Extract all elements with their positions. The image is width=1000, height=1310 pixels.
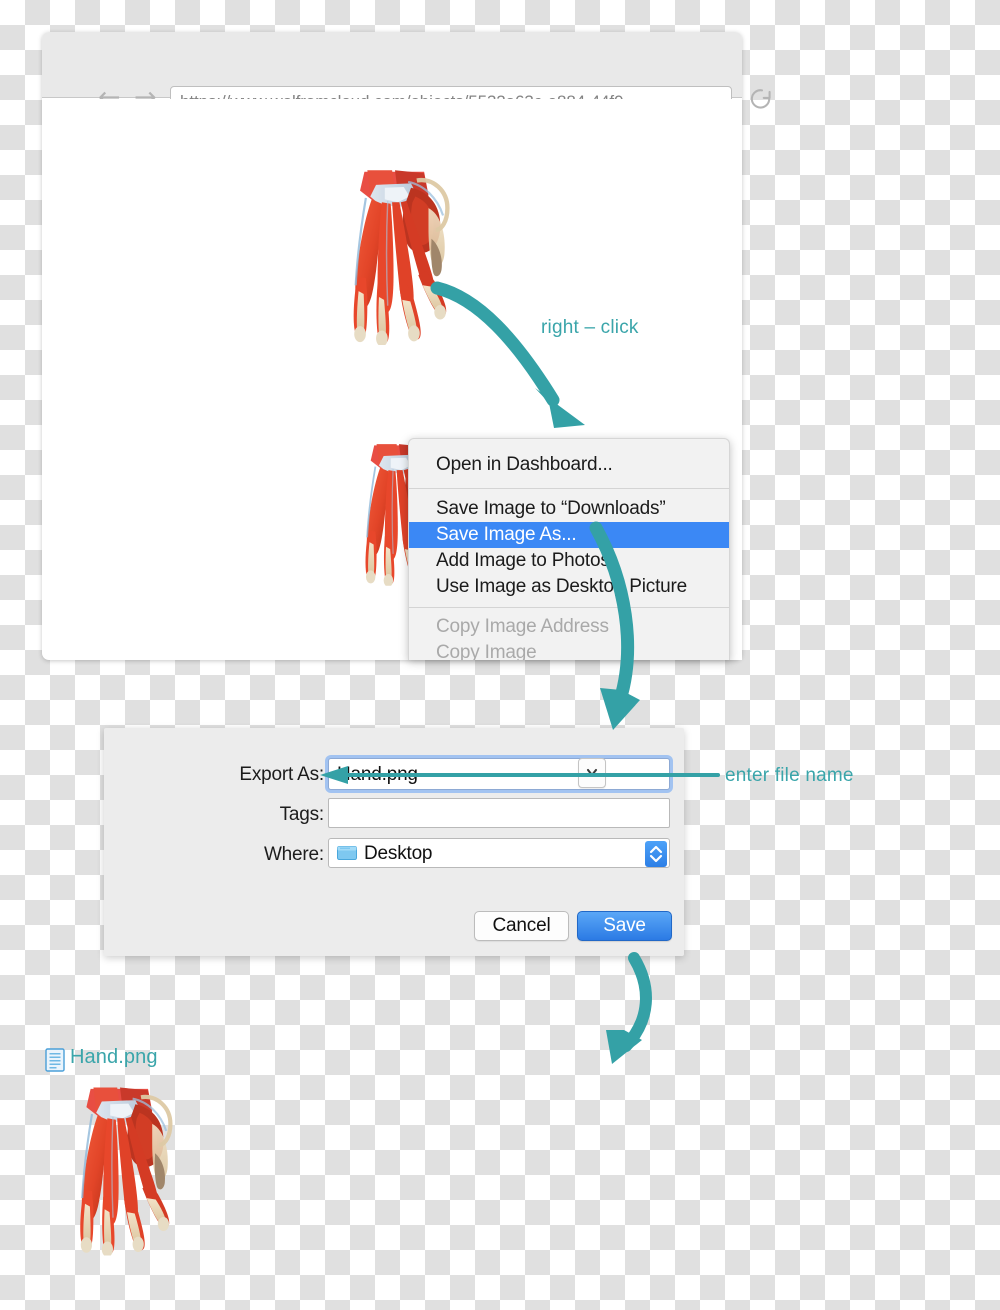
annotation-arrowhead (535, 388, 585, 428)
saved-file-name: Hand.png (70, 1046, 158, 1068)
annotation-arrowhead (320, 766, 348, 784)
document-icon (45, 1048, 65, 1072)
annotation-right-click-label: right – click (541, 317, 639, 338)
annotation-arrow-save-as (589, 521, 634, 707)
hand-illustration-icon (50, 1078, 190, 1258)
saved-file-thumbnail (50, 1078, 190, 1258)
annotation-arrowhead (600, 688, 640, 730)
saved-file-item[interactable]: Hand.png (40, 1046, 212, 1264)
annotation-arrow-right-click (430, 281, 560, 407)
annotation-enter-file-name-label: enter file name (725, 765, 854, 786)
